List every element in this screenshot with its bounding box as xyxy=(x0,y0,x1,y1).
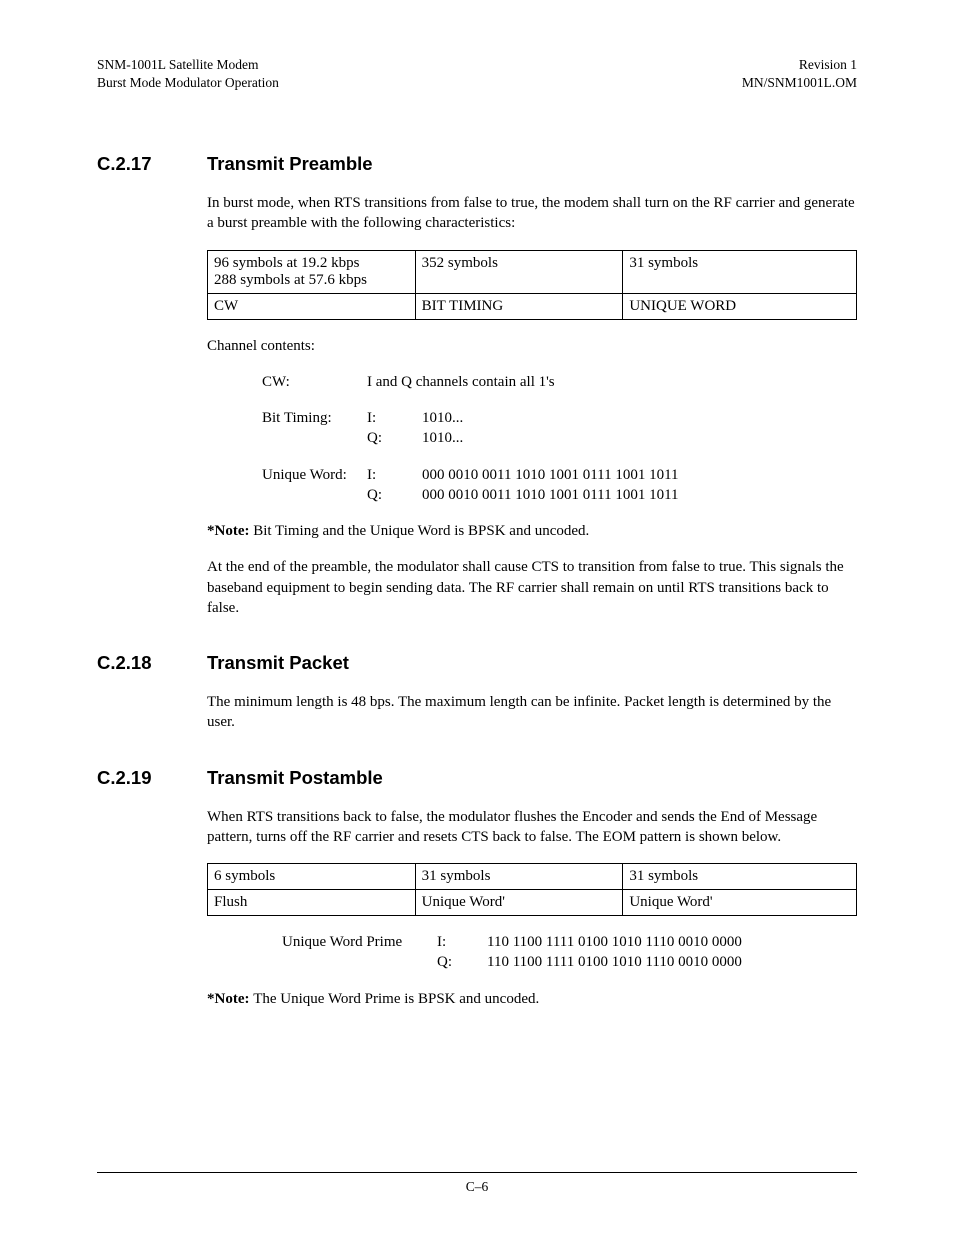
header-right-line1: Revision 1 xyxy=(742,56,857,74)
q-value: 000 0010 0011 1010 1001 0111 1001 1011 xyxy=(422,485,857,505)
table-cell: Unique Word' xyxy=(415,890,623,916)
cell-line: 96 symbols at 19.2 kbps xyxy=(214,255,409,272)
i-label: I: xyxy=(437,932,487,952)
note-label: *Note: xyxy=(207,523,253,539)
table-cell: 31 symbols xyxy=(623,250,857,293)
note-label: *Note: xyxy=(207,991,253,1007)
note-body: Bit Timing and the Unique Word is BPSK a… xyxy=(253,523,589,539)
outro-paragraph: At the end of the preamble, the modulato… xyxy=(207,557,857,618)
section-number: C.2.19 xyxy=(97,767,207,789)
section-title: Transmit Postamble xyxy=(207,767,383,789)
i-value: 000 0010 0011 1010 1001 0111 1001 1011 xyxy=(422,465,857,485)
i-value: 110 1100 1111 0100 1010 1110 0010 0000 xyxy=(487,932,742,952)
note-paragraph: *Note: The Unique Word Prime is BPSK and… xyxy=(207,989,857,1009)
page-header: SNM-1001L Satellite Modem Burst Mode Mod… xyxy=(97,56,857,91)
bit-timing-row: Bit Timing: I: Q: 1010... 1010... xyxy=(262,408,857,449)
q-label: Q: xyxy=(437,952,487,972)
q-label: Q: xyxy=(367,428,422,448)
table-cell: 6 symbols xyxy=(208,864,416,890)
section-body: When RTS transitions back to false, the … xyxy=(207,807,857,1009)
table-cell: UNIQUE WORD xyxy=(623,293,857,319)
note-body: The Unique Word Prime is BPSK and uncode… xyxy=(253,991,539,1007)
iq-column: I: Q: xyxy=(437,932,487,973)
header-left-line1: SNM-1001L Satellite Modem xyxy=(97,56,279,74)
cw-row: CW: I and Q channels contain all 1's xyxy=(262,372,857,392)
note-paragraph: *Note: Bit Timing and the Unique Word is… xyxy=(207,521,857,541)
footer-rule xyxy=(97,1172,857,1173)
section-heading: C.2.18 Transmit Packet xyxy=(97,652,857,674)
section-number: C.2.18 xyxy=(97,652,207,674)
intro-paragraph: When RTS transitions back to false, the … xyxy=(207,807,857,848)
header-right-line2: MN/SNM1001L.OM xyxy=(742,74,857,92)
table-row: 6 symbols 31 symbols 31 symbols xyxy=(208,864,857,890)
table-cell: Flush xyxy=(208,890,416,916)
intro-paragraph: In burst mode, when RTS transitions from… xyxy=(207,193,857,234)
table-cell: 31 symbols xyxy=(623,864,857,890)
i-label: I: xyxy=(367,408,422,428)
table-cell: 352 symbols xyxy=(415,250,623,293)
table-cell: CW xyxy=(208,293,416,319)
q-value: 110 1100 1111 0100 1010 1110 0010 0000 xyxy=(487,952,742,972)
section-number: C.2.17 xyxy=(97,153,207,175)
page-footer: C–6 xyxy=(97,1172,857,1195)
uwp-values: 110 1100 1111 0100 1010 1110 0010 0000 1… xyxy=(487,932,742,973)
table-cell: 96 symbols at 19.2 kbps 288 symbols at 5… xyxy=(208,250,416,293)
page: SNM-1001L Satellite Modem Burst Mode Mod… xyxy=(0,0,954,1235)
cw-label: CW: xyxy=(262,372,367,392)
section-c218: C.2.18 Transmit Packet The minimum lengt… xyxy=(97,652,857,733)
preamble-table: 96 symbols at 19.2 kbps 288 symbols at 5… xyxy=(207,250,857,320)
table-row: 96 symbols at 19.2 kbps 288 symbols at 5… xyxy=(208,250,857,293)
channel-contents-label: Channel contents: xyxy=(207,336,857,356)
unique-word-label: Unique Word: xyxy=(262,465,367,506)
header-left-line2: Burst Mode Modulator Operation xyxy=(97,74,279,92)
i-value: 1010... xyxy=(422,408,857,428)
section-title: Transmit Preamble xyxy=(207,153,373,175)
header-right: Revision 1 MN/SNM1001L.OM xyxy=(742,56,857,91)
i-label: I: xyxy=(367,465,422,485)
section-c217: C.2.17 Transmit Preamble In burst mode, … xyxy=(97,153,857,618)
unique-word-values: 000 0010 0011 1010 1001 0111 1001 1011 0… xyxy=(422,465,857,506)
section-heading: C.2.17 Transmit Preamble xyxy=(97,153,857,175)
table-cell: 31 symbols xyxy=(415,864,623,890)
cell-line: 288 symbols at 57.6 kbps xyxy=(214,272,409,289)
section-body: In burst mode, when RTS transitions from… xyxy=(207,193,857,618)
iq-column: I: Q: xyxy=(367,465,422,506)
unique-word-row: Unique Word: I: Q: 000 0010 0011 1010 10… xyxy=(262,465,857,506)
page-number: C–6 xyxy=(466,1179,489,1194)
body-paragraph: The minimum length is 48 bps. The maximu… xyxy=(207,692,857,733)
postamble-table: 6 symbols 31 symbols 31 symbols Flush Un… xyxy=(207,863,857,916)
section-body: The minimum length is 48 bps. The maximu… xyxy=(207,692,857,733)
iq-column: I: Q: xyxy=(367,408,422,449)
cw-value: I and Q channels contain all 1's xyxy=(367,372,857,392)
section-c219: C.2.19 Transmit Postamble When RTS trans… xyxy=(97,767,857,1009)
table-cell: Unique Word' xyxy=(623,890,857,916)
section-title: Transmit Packet xyxy=(207,652,349,674)
uwp-label: Unique Word Prime xyxy=(282,932,437,973)
table-row: CW BIT TIMING UNIQUE WORD xyxy=(208,293,857,319)
bit-timing-values: 1010... 1010... xyxy=(422,408,857,449)
section-heading: C.2.19 Transmit Postamble xyxy=(97,767,857,789)
bit-timing-label: Bit Timing: xyxy=(262,408,367,449)
table-row: Flush Unique Word' Unique Word' xyxy=(208,890,857,916)
header-left: SNM-1001L Satellite Modem Burst Mode Mod… xyxy=(97,56,279,91)
table-cell: BIT TIMING xyxy=(415,293,623,319)
unique-word-prime-row: Unique Word Prime I: Q: 110 1100 1111 01… xyxy=(282,932,857,973)
q-label: Q: xyxy=(367,485,422,505)
q-value: 1010... xyxy=(422,428,857,448)
